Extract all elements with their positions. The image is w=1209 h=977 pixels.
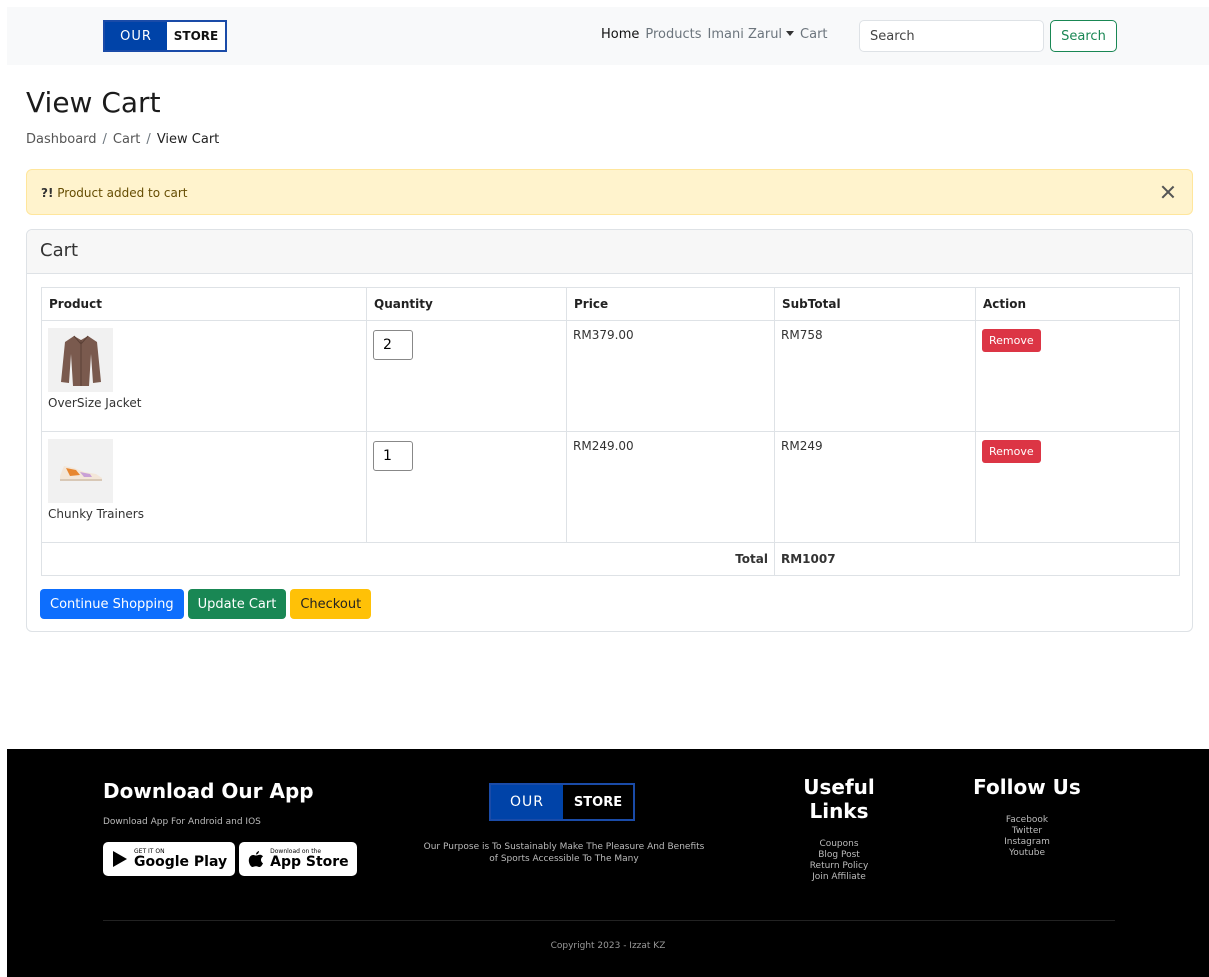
product-cell: OverSize Jacket xyxy=(41,320,367,432)
nav-links: Home Products Imani Zarul Cart xyxy=(601,27,834,42)
action-cell: Remove xyxy=(975,431,1180,543)
product-cell: Chunky Trainers xyxy=(41,431,367,543)
app-store-big: App Store xyxy=(270,854,349,870)
footer-links-title: Useful Links xyxy=(803,775,875,823)
col-product: Product xyxy=(41,287,367,321)
footer-link-instagram[interactable]: Instagram xyxy=(972,837,1082,848)
product-name: Chunky Trainers xyxy=(48,507,144,521)
brand-logo[interactable]: OUR STORE xyxy=(103,20,227,52)
nav-link-products[interactable]: Products xyxy=(645,27,701,42)
alert-icon: ?! xyxy=(41,186,54,200)
google-play-big: Google Play xyxy=(134,854,228,870)
footer-follow-title: Follow Us xyxy=(973,775,1081,799)
page-title: View Cart xyxy=(26,86,161,119)
app-store-badge[interactable]: Download on the App Store xyxy=(239,842,357,876)
remove-button[interactable]: Remove xyxy=(982,440,1041,463)
cart-actions: Continue Shopping Update Cart Checkout xyxy=(40,589,375,619)
footer-links-list: Coupons Blog Post Return Policy Join Aff… xyxy=(784,839,894,883)
footer-brand-logo[interactable]: OUR STORE xyxy=(489,783,635,821)
cart-table: Product Quantity Price SubTotal Action O… xyxy=(41,287,1180,576)
footer-link-facebook[interactable]: Facebook xyxy=(972,815,1082,826)
footer-link-coupons[interactable]: Coupons xyxy=(784,839,894,850)
col-subtotal: SubTotal xyxy=(774,287,976,321)
nav-user-name: Imani Zarul xyxy=(707,27,783,42)
breadcrumb-current: View Cart xyxy=(156,132,220,147)
play-store-icon xyxy=(111,850,129,868)
quantity-cell xyxy=(366,431,567,543)
product-image-jacket[interactable] xyxy=(48,328,113,392)
breadcrumb-separator: / xyxy=(146,132,151,147)
footer-link-return-policy[interactable]: Return Policy xyxy=(784,861,894,872)
footer-logo-part1: OUR xyxy=(491,785,563,819)
nav-link-home[interactable]: Home xyxy=(601,27,639,42)
footer-divider xyxy=(103,920,1115,921)
quantity-cell xyxy=(366,320,567,432)
footer-purpose-text: Our Purpose is To Sustainably Make The P… xyxy=(423,842,705,864)
store-badges: GET IT ON Google Play Download on the Ap… xyxy=(103,842,361,876)
google-play-badge[interactable]: GET IT ON Google Play xyxy=(103,842,236,876)
sneaker-icon xyxy=(59,466,102,481)
subtotal-cell: RM249 xyxy=(774,431,976,543)
cart-card-header: Cart xyxy=(27,230,1192,274)
total-row: Total RM1007 xyxy=(41,542,1180,576)
col-quantity: Quantity xyxy=(366,287,567,321)
table-row: Chunky Trainers RM249.00 RM249 Remove xyxy=(41,431,1180,543)
remove-button[interactable]: Remove xyxy=(982,329,1041,352)
total-label: Total xyxy=(41,542,775,576)
breadcrumb: Dashboard / Cart / View Cart xyxy=(26,132,219,147)
search-button[interactable]: Search xyxy=(1050,20,1117,52)
caret-down-icon xyxy=(786,31,795,36)
product-image-trainers[interactable] xyxy=(48,439,113,503)
breadcrumb-separator: / xyxy=(102,132,107,147)
footer-logo-part2: STORE xyxy=(563,785,633,819)
close-icon[interactable] xyxy=(1158,182,1178,202)
product-name: OverSize Jacket xyxy=(48,396,142,410)
table-header-row: Product Quantity Price SubTotal Action xyxy=(41,287,1180,321)
footer-link-affiliate[interactable]: Join Affiliate xyxy=(784,872,894,883)
brand-logo-part2: STORE xyxy=(167,22,225,50)
footer-copyright: Copyright 2023 - Izzat KZ xyxy=(550,941,666,951)
jacket-icon xyxy=(60,335,101,386)
col-price: Price xyxy=(566,287,775,321)
alert-message: Product added to cart xyxy=(57,186,188,200)
footer-link-twitter[interactable]: Twitter xyxy=(972,826,1082,837)
action-cell: Remove xyxy=(975,320,1180,432)
footer-follow-us: Follow Us Facebook Twitter Instagram You… xyxy=(972,775,1082,859)
search-input[interactable] xyxy=(859,20,1044,52)
footer: Download Our App Download App For Androi… xyxy=(7,749,1209,977)
nav-link-cart[interactable]: Cart xyxy=(800,27,828,42)
navbar: OUR STORE Home Products Imani Zarul Cart… xyxy=(7,7,1209,65)
cart-card: Cart Product Quantity Price SubTotal Act… xyxy=(26,229,1193,632)
checkout-button[interactable]: Checkout xyxy=(290,589,372,619)
total-value: RM1007 xyxy=(774,542,1180,576)
col-action: Action xyxy=(975,287,1180,321)
breadcrumb-cart[interactable]: Cart xyxy=(113,132,141,147)
price-cell: RM379.00 xyxy=(566,320,775,432)
subtotal-cell: RM758 xyxy=(774,320,976,432)
continue-shopping-button[interactable]: Continue Shopping xyxy=(40,589,184,619)
table-row: OverSize Jacket RM379.00 RM758 Remove xyxy=(41,320,1180,432)
footer-link-blog[interactable]: Blog Post xyxy=(784,850,894,861)
apple-icon xyxy=(247,850,265,868)
alert-text: ?! Product added to cart xyxy=(41,186,188,200)
nav-user-dropdown[interactable]: Imani Zarul xyxy=(708,27,795,42)
price-cell: RM249.00 xyxy=(566,431,775,543)
breadcrumb-dashboard[interactable]: Dashboard xyxy=(26,132,97,147)
footer-follow-list: Facebook Twitter Instagram Youtube xyxy=(972,815,1082,859)
footer-app-subtitle: Download App For Android and IOS xyxy=(103,817,261,827)
update-cart-button[interactable]: Update Cart xyxy=(187,589,287,619)
brand-logo-part1: OUR xyxy=(105,22,167,50)
quantity-input[interactable] xyxy=(373,330,413,360)
alert-success-message: ?! Product added to cart xyxy=(26,169,1193,215)
footer-link-youtube[interactable]: Youtube xyxy=(972,848,1082,859)
footer-useful-links: Useful Links Coupons Blog Post Return Po… xyxy=(784,775,894,883)
footer-app-section: Download Our App Download App For Androi… xyxy=(103,779,361,876)
quantity-input[interactable] xyxy=(373,441,413,471)
footer-app-title: Download Our App xyxy=(103,779,314,803)
